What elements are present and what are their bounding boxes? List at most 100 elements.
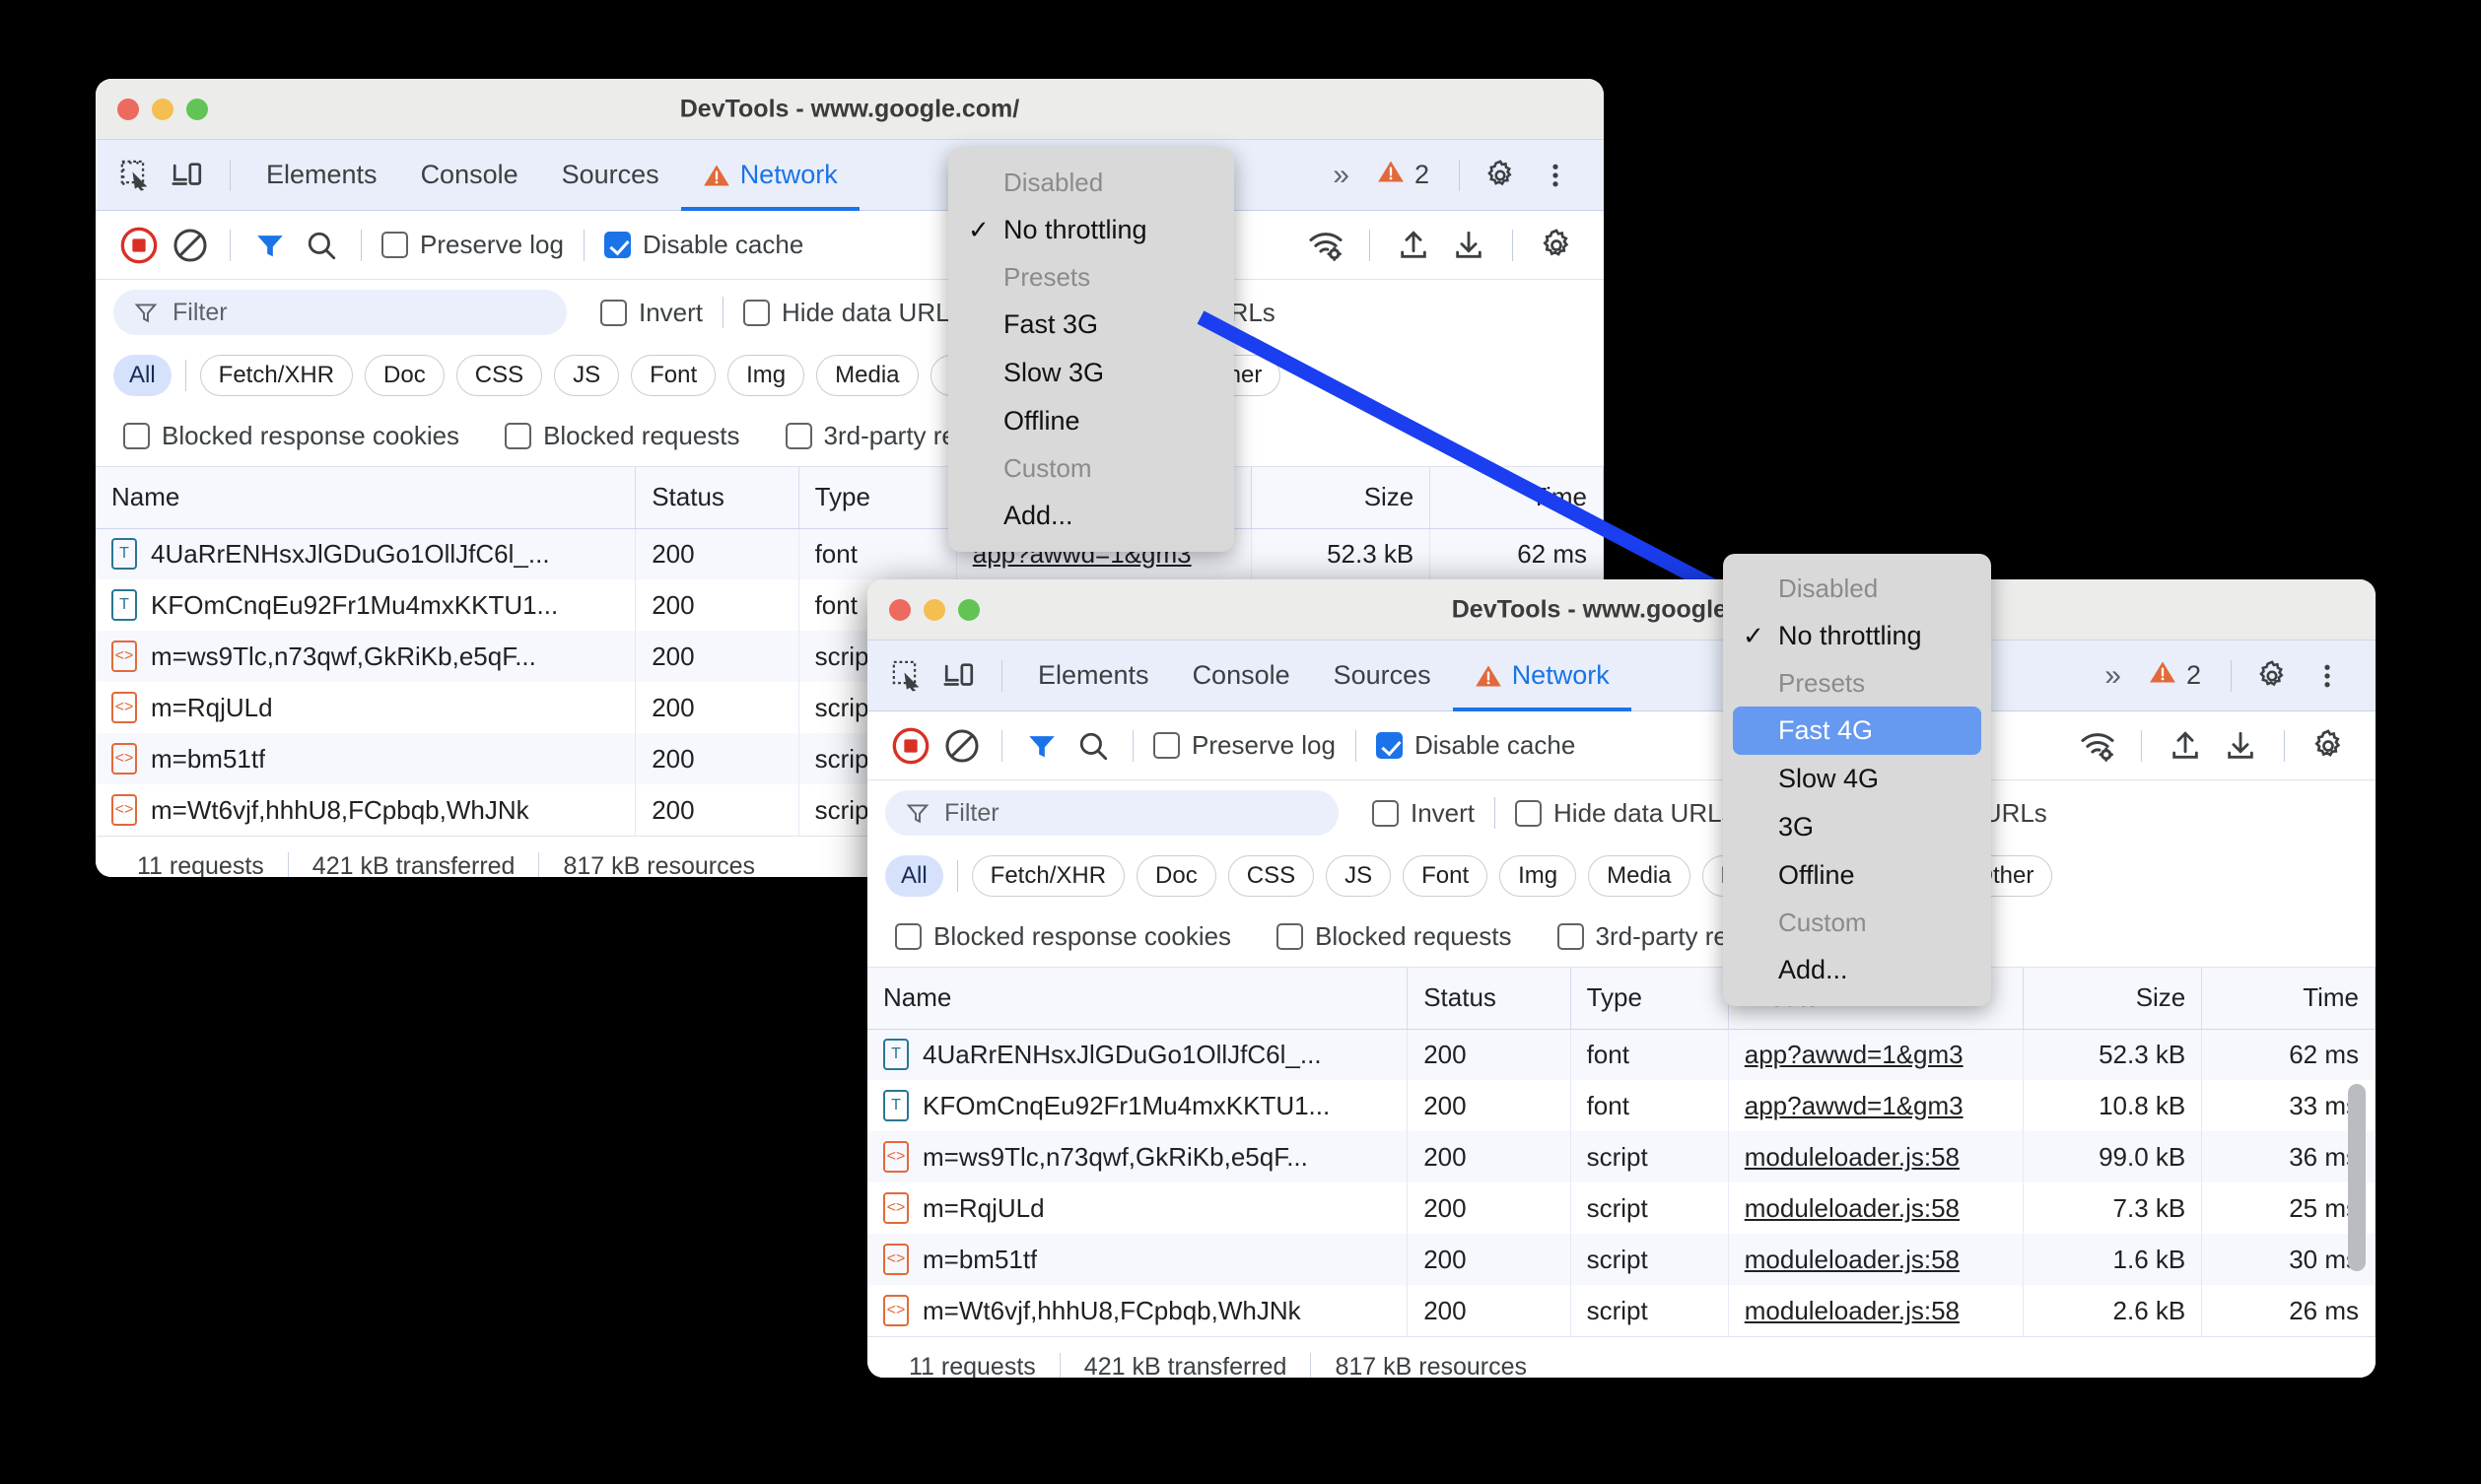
cell-name[interactable]: <> m=ws9Tlc,n73qwf,GkRiKb,e5qF... xyxy=(96,631,637,682)
table-row[interactable]: T 4UaRrENHsxJlGDuGo1OllJfC6l_... 200 font ap… xyxy=(867,1029,2376,1080)
menu-item-add[interactable]: Add... xyxy=(1723,946,1991,994)
tab-sources[interactable]: Sources xyxy=(540,140,681,211)
tab-network[interactable]: Network xyxy=(1453,641,1631,711)
menu-item-preset[interactable]: Fast 3G xyxy=(948,301,1234,349)
device-toolbar-icon[interactable] xyxy=(936,653,982,699)
column-header[interactable]: Size xyxy=(2023,968,2203,1030)
cell-name[interactable]: <> m=RqjULd xyxy=(867,1182,1409,1234)
search-icon[interactable] xyxy=(296,220,347,271)
type-filter-chip[interactable]: All xyxy=(113,355,172,396)
initiator-link[interactable]: app?awwd=1&gm3 xyxy=(1745,1040,1964,1069)
cell-name[interactable]: <> m=ws9Tlc,n73qwf,GkRiKb,e5qF... xyxy=(867,1131,1409,1182)
tab-elements[interactable]: Elements xyxy=(244,140,399,211)
devtools-window-front[interactable]: DevTools - www.google.com/ Elements Cons… xyxy=(867,579,2376,1378)
menu-item-preset[interactable]: Slow 3G xyxy=(948,349,1234,397)
cell-initiator[interactable]: moduleloader.js:58 xyxy=(1728,1131,2025,1182)
initiator-link[interactable]: moduleloader.js:58 xyxy=(1745,1142,1960,1172)
filter-input[interactable]: Filter xyxy=(885,790,1339,836)
device-toolbar-icon[interactable] xyxy=(165,153,210,198)
menu-item-preset[interactable]: Fast 4G xyxy=(1733,707,1981,755)
filter-funnel-icon[interactable] xyxy=(244,220,296,271)
type-filter-chip[interactable]: JS xyxy=(554,355,620,396)
column-header[interactable]: Time xyxy=(1429,467,1604,529)
cell-name[interactable]: T 4UaRrENHsxJlGDuGo1OllJfC6l_... xyxy=(96,528,637,579)
cell-initiator[interactable]: moduleloader.js:58 xyxy=(1728,1182,2025,1234)
table-row[interactable]: <> m=bm51tf 200script moduleloader.js:58 1.6… xyxy=(867,1234,2376,1285)
menu-item-no-throttling[interactable]: ✓ No throttling xyxy=(948,206,1234,254)
disable-cache-checkbox[interactable]: Disable cache xyxy=(598,230,809,260)
menu-item-preset[interactable]: 3G xyxy=(1723,803,1991,851)
cell-name[interactable]: <> m=bm51tf xyxy=(96,733,637,784)
throttling-menu-front[interactable]: Disabled ✓ No throttling Presets Fast 4G… xyxy=(1723,554,1991,1006)
window2-titlebar[interactable]: DevTools - www.google.com/ xyxy=(867,579,2376,641)
cell-name[interactable]: T KFOmCnqEu92Fr1Mu4mxKKTU1... xyxy=(867,1080,1409,1131)
type-filter-chip[interactable]: Font xyxy=(1403,855,1488,897)
cell-name[interactable]: <> m=Wt6vjf,hhhU8,FCpbqb,WhJNk xyxy=(96,784,637,836)
export-har-download-icon[interactable] xyxy=(2215,720,2266,772)
table-row[interactable]: <> m=ws9Tlc,n73qwf,GkRiKb,e5qF... 200 scrip… xyxy=(867,1131,2376,1182)
table-row[interactable]: <> m=Wt6vjf,hhhU8,FCpbqb,WhJNk 200script mo… xyxy=(867,1285,2376,1336)
more-options-kebab-icon[interactable] xyxy=(1533,153,1578,198)
type-filter-chip[interactable]: All xyxy=(885,855,943,897)
table-row[interactable]: <> m=RqjULd 200script moduleloader.js:58 7.3… xyxy=(867,1182,2376,1234)
column-header[interactable]: Type xyxy=(1570,968,1729,1030)
blocked-filter-checkbox[interactable]: Blocked requests xyxy=(1271,921,1517,952)
column-header[interactable]: Name xyxy=(867,968,1409,1030)
more-options-kebab-icon[interactable] xyxy=(2305,653,2350,699)
type-filter-chip[interactable]: Media xyxy=(1588,855,1690,897)
type-filter-chip[interactable]: Fetch/XHR xyxy=(199,355,354,396)
cell-name[interactable]: <> m=RqjULd xyxy=(96,682,637,733)
network-throttling-icon[interactable] xyxy=(2072,720,2123,772)
initiator-link[interactable]: moduleloader.js:58 xyxy=(1745,1245,1960,1274)
type-filter-chip[interactable]: Fetch/XHR xyxy=(971,855,1126,897)
more-tabs-icon[interactable]: » xyxy=(1317,159,1361,192)
settings-gear-icon[interactable] xyxy=(2249,653,2295,699)
table-row[interactable]: T 4UaRrENHsxJlGDuGo1OllJfC6l_... 200 font ap… xyxy=(96,528,1604,579)
type-filter-chip[interactable]: Media xyxy=(816,355,919,396)
cell-name[interactable]: <> m=bm51tf xyxy=(867,1234,1409,1285)
throttling-menu-back[interactable]: Disabled ✓ No throttling Presets Fast 3G… xyxy=(948,148,1234,552)
column-header[interactable]: Status xyxy=(635,467,799,529)
initiator-link[interactable]: app?awwd=1&gm3 xyxy=(1745,1091,1964,1120)
network-settings-gear-icon[interactable] xyxy=(2303,720,2354,772)
cell-initiator[interactable]: app?awwd=1&gm3 xyxy=(1728,1080,2025,1131)
preserve-log-checkbox[interactable]: Preserve log xyxy=(376,230,570,260)
tab-sources[interactable]: Sources xyxy=(1312,641,1453,711)
hide-data-urls-checkbox[interactable]: Hide data URLs xyxy=(1509,798,1741,829)
initiator-link[interactable]: moduleloader.js:58 xyxy=(1745,1296,1960,1325)
network-throttling-icon[interactable] xyxy=(1300,220,1351,271)
table-row[interactable]: T KFOmCnqEu92Fr1Mu4mxKKTU1... 200font app?a… xyxy=(867,1080,2376,1131)
settings-gear-icon[interactable] xyxy=(1478,153,1523,198)
column-header[interactable]: Size xyxy=(1251,467,1431,529)
blocked-filter-checkbox[interactable]: Blocked response cookies xyxy=(117,421,465,451)
record-stop-icon[interactable] xyxy=(885,720,936,772)
hide-data-urls-checkbox[interactable]: Hide data URLs xyxy=(737,298,969,328)
export-har-download-icon[interactable] xyxy=(1443,220,1494,271)
type-filter-chip[interactable]: JS xyxy=(1326,855,1392,897)
menu-item-preset[interactable]: Offline xyxy=(1723,851,1991,900)
search-icon[interactable] xyxy=(1068,720,1119,772)
cell-name[interactable]: T KFOmCnqEu92Fr1Mu4mxKKTU1... xyxy=(96,579,637,631)
type-filter-chip[interactable]: CSS xyxy=(1227,855,1315,897)
type-filter-chip[interactable]: Img xyxy=(727,355,805,396)
network-settings-gear-icon[interactable] xyxy=(1531,220,1582,271)
blocked-filter-checkbox[interactable]: Blocked response cookies xyxy=(889,921,1237,952)
menu-item-no-throttling[interactable]: ✓ No throttling xyxy=(1723,612,1991,660)
table-scrollbar[interactable] xyxy=(2348,1084,2366,1271)
cell-name[interactable]: <> m=Wt6vjf,hhhU8,FCpbqb,WhJNk xyxy=(867,1285,1409,1336)
invert-checkbox[interactable]: Invert xyxy=(594,298,709,328)
tab-console[interactable]: Console xyxy=(1171,641,1312,711)
column-header[interactable]: Name xyxy=(96,467,637,529)
filter-input[interactable]: Filter xyxy=(113,290,567,335)
menu-item-preset[interactable]: Slow 4G xyxy=(1723,755,1991,803)
preserve-log-checkbox[interactable]: Preserve log xyxy=(1147,730,1342,761)
record-stop-icon[interactable] xyxy=(113,220,165,271)
filter-funnel-icon[interactable] xyxy=(1016,720,1068,772)
type-filter-chip[interactable]: CSS xyxy=(455,355,543,396)
warning-count[interactable]: 2 xyxy=(2137,658,2213,693)
warning-count[interactable]: 2 xyxy=(1365,158,1441,192)
import-har-upload-icon[interactable] xyxy=(2160,720,2211,772)
disable-cache-checkbox[interactable]: Disable cache xyxy=(1370,730,1581,761)
tab-console[interactable]: Console xyxy=(399,140,540,211)
blocked-filter-checkbox[interactable]: Blocked requests xyxy=(499,421,745,451)
